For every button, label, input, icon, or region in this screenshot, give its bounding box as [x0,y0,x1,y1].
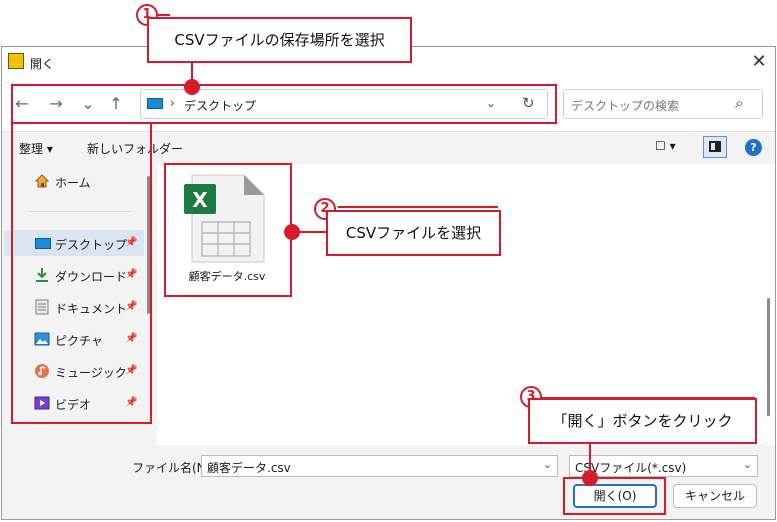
annotation-tick-2 [338,206,498,208]
preview-pane-button[interactable] [703,136,727,158]
annotation-highlight-sidebar [11,124,152,424]
annotation-highlight-open [563,477,666,515]
annotation-highlight-address [11,84,557,124]
preview-pane-icon [709,141,721,152]
filename-dropdown-icon[interactable]: ⌄ [543,458,552,471]
help-icon[interactable]: ? [745,139,762,156]
dialog-title: 開く [30,57,55,71]
annotation-step-1-callout: CSVファイルの保存場所を選択 [147,17,412,63]
annotation-step-3-callout: 「開く」ボタンをクリック [528,398,757,444]
app-icon [8,53,24,69]
close-icon[interactable]: ✕ [745,50,773,74]
annotation-marker-1 [184,79,200,95]
filename-value: 顧客データ.csv [207,461,291,475]
annotation-marker-2 [284,224,300,240]
content-scrollbar[interactable] [767,298,770,416]
search-placeholder: デスクトップの検索 [571,99,680,113]
search-icon[interactable]: ⌕ [735,94,743,112]
view-options-icon[interactable]: ☐ ▾ [655,139,676,153]
cancel-button[interactable]: キャンセル [673,484,757,508]
annotation-step-2-callout: CSVファイルを選択 [326,210,501,256]
filetype-dropdown-icon[interactable]: ⌄ [743,458,752,471]
annotation-highlight-file [164,163,292,297]
annotation-marker-3 [582,470,598,486]
